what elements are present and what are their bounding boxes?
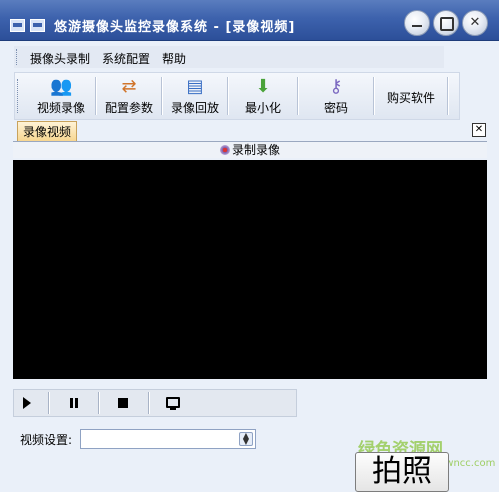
menu-camera-record[interactable]: 摄像头录制 (30, 50, 90, 67)
video-settings-label: 视频设置: (20, 433, 73, 447)
snapshot-button[interactable]: 拍照 (355, 452, 449, 492)
menu-system-config[interactable]: 系统配置 (102, 50, 150, 67)
menu-bar: 摄像头录制 系统配置 帮助 (14, 46, 444, 68)
settings-arrows-icon: ⇄ (121, 76, 137, 97)
stop-button[interactable] (113, 393, 133, 413)
stop-icon (118, 398, 128, 408)
config-params-button[interactable]: ⇄ 配置参数 (99, 75, 159, 117)
toolbar: 👥 视频录像 ⇄ 配置参数 ▤ 录像回放 ⬇ 最小化 ⚷ 密码 购买软件 (14, 72, 460, 120)
play-icon (23, 397, 31, 409)
pause-icon (70, 398, 73, 408)
menu-help[interactable]: 帮助 (162, 50, 186, 67)
window-menu-icon[interactable] (10, 19, 25, 32)
tab-record-video[interactable]: 录像视频 (17, 121, 77, 142)
password-button[interactable]: ⚷ 密码 (301, 75, 371, 117)
video-settings-select[interactable]: ▲ ▼ (80, 429, 256, 449)
window-title: 悠游摄像头监控录像系统 - [录像视频] (54, 20, 296, 35)
video-record-people-icon: 👥 (50, 76, 73, 97)
playback-label: 录像回放 (170, 101, 219, 115)
monitor-icon (166, 397, 180, 408)
video-record-label: 视频录像 (36, 101, 85, 115)
menu-grip[interactable] (16, 49, 19, 65)
play-button[interactable] (18, 393, 38, 413)
minimize-app-button[interactable]: ⬇ 最小化 (233, 75, 293, 117)
minimize-download-icon: ⬇ (255, 76, 271, 97)
record-header[interactable]: 录制录像 (13, 142, 487, 158)
minimize-app-label: 最小化 (244, 101, 281, 115)
playback-controls (13, 389, 297, 417)
title-bar[interactable]: 悠游摄像头监控录像系统 - [录像视频] ✕ (0, 0, 499, 41)
playback-button[interactable]: ▤ 录像回放 (165, 75, 225, 117)
display-button[interactable] (162, 393, 182, 413)
password-label: 密码 (323, 101, 348, 115)
chevron-updown-icon[interactable]: ▲ ▼ (239, 432, 253, 446)
close-button[interactable]: ✕ (462, 10, 488, 36)
video-record-button[interactable]: 👥 视频录像 (31, 75, 91, 117)
record-label: 录制录像 (231, 143, 280, 157)
window-restore-icon[interactable] (30, 19, 45, 32)
config-params-label: 配置参数 (104, 101, 153, 115)
tab-close-icon[interactable]: ✕ (472, 123, 486, 137)
close-icon: ✕ (469, 15, 481, 30)
playback-window-icon: ▤ (186, 76, 204, 97)
video-display[interactable] (13, 160, 487, 379)
maximize-button[interactable] (433, 10, 459, 36)
key-icon: ⚷ (329, 76, 343, 97)
minimize-button[interactable] (404, 10, 430, 36)
buy-software-label: 购买软件 (386, 91, 435, 105)
toolbar-grip[interactable] (17, 79, 20, 113)
maximize-icon (440, 17, 454, 31)
minimize-icon (412, 25, 422, 27)
record-dot-icon (219, 145, 230, 155)
buy-software-button[interactable]: 购买软件 (377, 75, 445, 117)
pause-button[interactable] (64, 393, 84, 413)
